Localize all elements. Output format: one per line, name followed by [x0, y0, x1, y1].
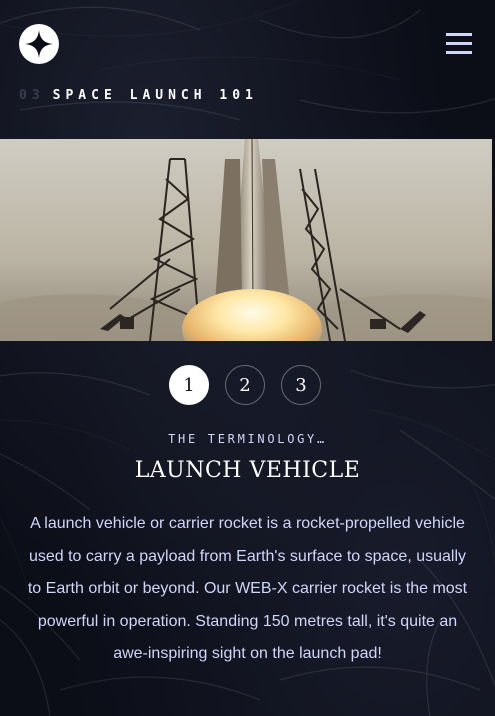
vehicle-title: LAUNCH VEHICLE [134, 458, 361, 483]
vehicle-description: A launch vehicle or carrier rocket is a … [27, 515, 468, 662]
star-logo-icon[interactable] [19, 24, 59, 64]
step-label: 2 [239, 374, 251, 396]
site-header [0, 0, 495, 88]
step-button-3[interactable]: 3 [281, 365, 321, 405]
page-number: 03 [19, 88, 45, 103]
hamburger-menu-icon[interactable] [446, 33, 472, 55]
step-button-2[interactable]: 2 [225, 365, 265, 405]
step-button-1[interactable]: 1 [169, 365, 209, 405]
terminology-eyebrow: THE TERMINOLOGY… [168, 432, 327, 446]
step-pagination: 1 2 3 [169, 365, 322, 405]
page-heading: 03 SPACE LAUNCH 101 [19, 88, 258, 110]
rocket-launch-image [0, 139, 492, 341]
step-label: 1 [183, 374, 195, 396]
page-title: SPACE LAUNCH 101 [52, 88, 258, 103]
step-label: 3 [295, 374, 307, 396]
